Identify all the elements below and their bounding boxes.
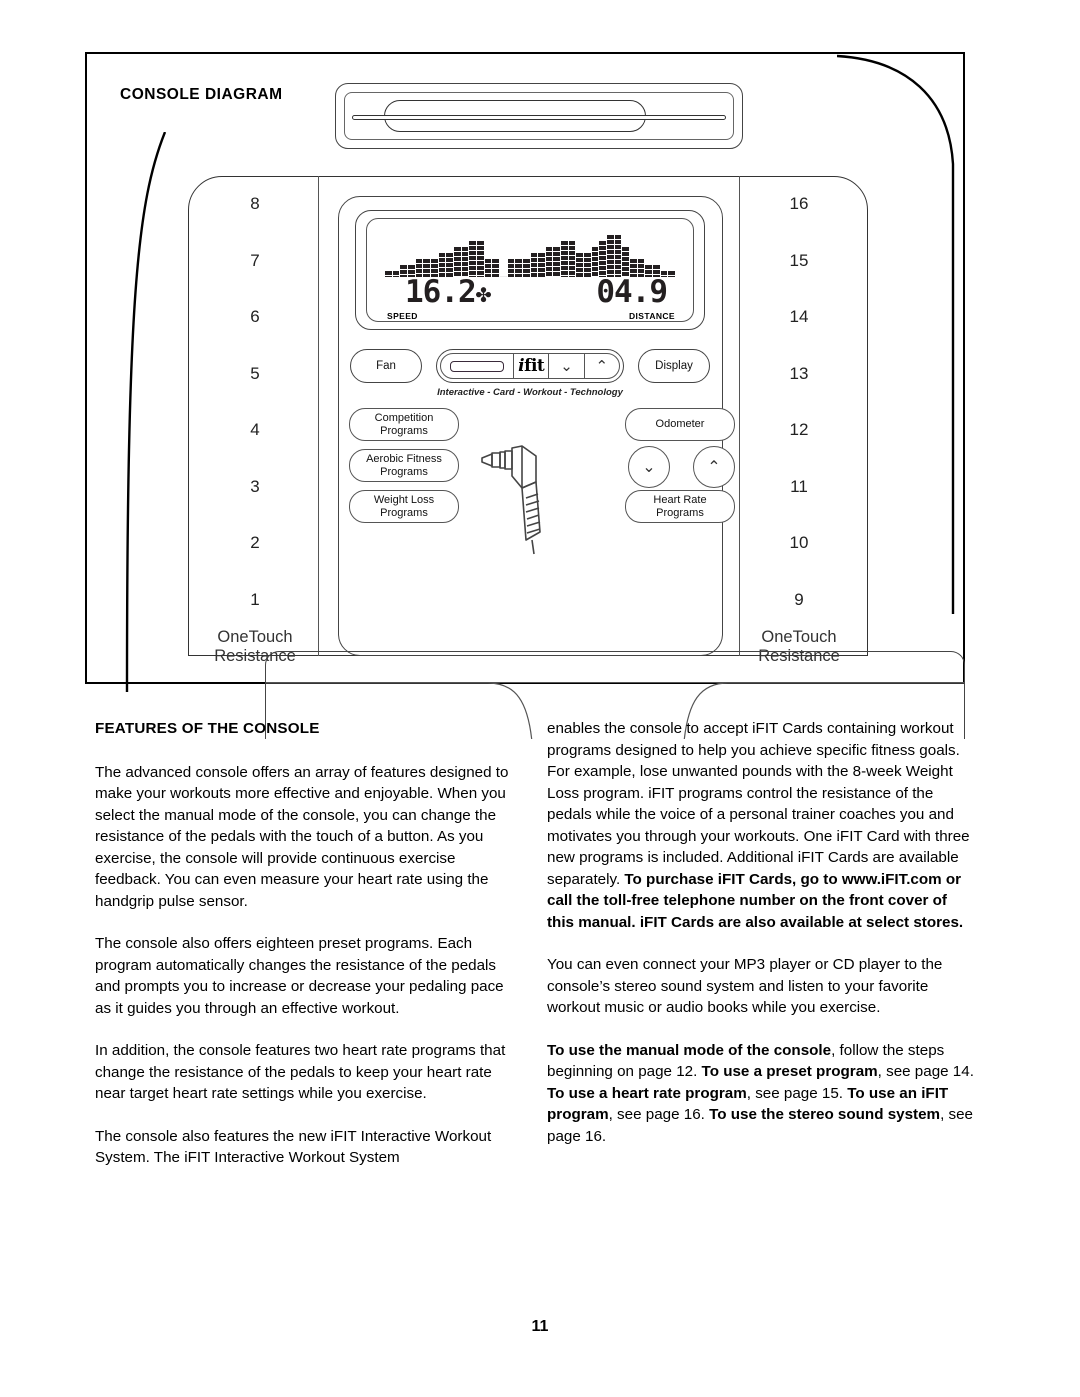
display-button[interactable]: Display: [638, 349, 710, 383]
resistance-number[interactable]: 15: [744, 233, 854, 290]
lcd-bar: [469, 241, 476, 277]
aerobic-programs-line2: Programs: [380, 465, 428, 478]
lcd-bar: [553, 247, 561, 277]
program-button-area: Competition Programs Aerobic Fitness Pro…: [188, 408, 868, 555]
resistance-number[interactable]: 8: [200, 176, 310, 233]
xref-text-2: , see page 14.: [877, 1063, 974, 1080]
resistance-number[interactable]: 13: [744, 346, 854, 403]
paragraph: In addition, the console features two he…: [95, 1042, 506, 1102]
lcd-profile-bargraph: [385, 229, 675, 277]
distance-value: 04.9: [596, 274, 668, 310]
paragraph: The console also offers eighteen preset …: [95, 935, 504, 1017]
resistance-number[interactable]: 16: [744, 176, 854, 233]
weightloss-programs-line2: Programs: [380, 506, 428, 519]
decrease-button[interactable]: ⌄: [628, 446, 670, 488]
lcd-bar: [561, 241, 568, 277]
lcd-bar: [476, 241, 484, 277]
lcd-screen: 16.2✤ 04.9 SPEED DISTANCE: [366, 218, 694, 322]
resistance-number[interactable]: 5: [200, 346, 310, 403]
lcd-readouts: 16.2✤ 04.9 SPEED DISTANCE: [383, 274, 677, 321]
ifit-logo-button[interactable]: ifit: [514, 354, 550, 378]
ifit-decrease-button[interactable]: ⌄: [549, 354, 585, 378]
audio-plug-illustration: [481, 445, 541, 555]
increase-button[interactable]: ⌃: [693, 446, 735, 488]
lcd-bar: [568, 241, 576, 277]
ifit-card-slot[interactable]: [335, 83, 743, 149]
resistance-number[interactable]: 9: [744, 572, 854, 629]
chevron-down-icon: ⌄: [642, 459, 656, 476]
speed-number: 16.2: [405, 274, 477, 310]
console-body: 8 7 6 5 4 3 2 1 OneTouch Resistance 16 1…: [188, 176, 868, 665]
speed-suffix-icon: ✤: [475, 279, 492, 309]
paragraph-stereo: You can even connect your MP3 player or …: [547, 956, 943, 1016]
lcd-bar: [584, 253, 591, 277]
lcd-bar: [576, 253, 584, 277]
xref-text-3: , see page 15.: [746, 1084, 848, 1102]
odometer-button[interactable]: Odometer: [625, 408, 735, 441]
resistance-number[interactable]: 14: [744, 289, 854, 346]
xref-preset-program: To use a preset program: [701, 1063, 878, 1080]
paragraph-ifit-cards: enables the console to accept iFIT Cards…: [547, 718, 975, 933]
speed-label: SPEED: [387, 311, 418, 321]
chevron-up-icon: ⌃: [595, 357, 609, 375]
section-title: FEATURES OF THE CONSOLE: [95, 720, 320, 737]
diagram-title: CONSOLE DIAGRAM: [120, 86, 283, 103]
ifit-logo-text: fit: [524, 356, 545, 376]
xref-stereo-sound-system: To use the stereo sound system: [709, 1106, 941, 1123]
pill-button-row: Fan ifit ⌄ ⌃ Display Interactive - Card …: [350, 349, 710, 398]
ifit-logo: ifit: [518, 356, 545, 376]
fan-button[interactable]: Fan: [350, 349, 422, 383]
lcd-bar: [622, 247, 630, 277]
ifit-button-group-inner: ifit ⌄ ⌃: [440, 353, 620, 379]
resistance-number[interactable]: 1: [200, 572, 310, 629]
distance-label: DISTANCE: [628, 311, 675, 321]
lcd-display-bezel: 16.2✤ 04.9 SPEED DISTANCE: [355, 210, 705, 330]
left-text-column: FEATURES OF THE CONSOLE The advanced con…: [95, 718, 523, 1169]
card-reader-slot-icon: [450, 360, 504, 372]
heart-rate-programs-button[interactable]: Heart Rate Programs: [625, 490, 735, 523]
paragraph: The advanced console offers an array of …: [95, 763, 509, 910]
aerobic-fitness-programs-button[interactable]: Aerobic Fitness Programs: [349, 449, 459, 482]
page-number: 11: [531, 1318, 549, 1335]
paragraph-cross-references: To use the manual mode of the console, f…: [547, 1040, 975, 1148]
competition-programs-line2: Programs: [380, 424, 428, 437]
ifit-increase-button[interactable]: ⌃: [585, 354, 619, 378]
console-diagram-frame: CONSOLE DIAGRAM 8 7 6 5 4 3 2 1 OneTouch…: [85, 52, 965, 739]
chevron-up-icon: ⌃: [707, 459, 721, 476]
right-text-column: enables the console to accept iFIT Cards…: [547, 718, 975, 1147]
chevron-down-icon: ⌄: [560, 357, 573, 375]
ifit-tagline: Interactive - Card - Workout - Technolog…: [437, 387, 623, 398]
ifit-cards-plain-text: enables the console to accept iFIT Cards…: [547, 720, 970, 888]
lcd-bar: [545, 247, 553, 277]
xref-heart-rate-program: To use a heart rate program: [547, 1084, 747, 1102]
odometer-label: Odometer: [655, 418, 705, 431]
heartrate-programs-line1: Heart Rate: [653, 494, 707, 506]
lcd-bar: [530, 253, 538, 277]
lcd-bar: [599, 241, 607, 277]
ifit-card-reader-slot[interactable]: [441, 354, 515, 378]
speed-value: 16.2✤: [405, 274, 492, 311]
resistance-number[interactable]: 6: [200, 289, 310, 346]
lcd-bar: [538, 253, 545, 277]
lcd-bar: [453, 247, 461, 277]
competition-programs-line1: Competition: [374, 412, 434, 424]
xref-text-4: , see page 16.: [608, 1106, 710, 1123]
competition-programs-button[interactable]: Competition Programs: [349, 408, 459, 441]
ifit-button-group: ifit ⌄ ⌃: [436, 349, 624, 383]
lcd-bar: [607, 235, 614, 277]
aerobic-programs-line1: Aerobic Fitness: [366, 453, 442, 465]
xref-manual-mode: To use the manual mode of the console: [547, 1041, 832, 1059]
handlebar-left-curve: [125, 132, 167, 692]
lcd-bar: [614, 235, 622, 277]
lcd-bar: [591, 247, 599, 277]
weight-loss-programs-button[interactable]: Weight Loss Programs: [349, 490, 459, 523]
card-slot-line: [352, 115, 726, 120]
resistance-number[interactable]: 7: [200, 233, 310, 290]
heartrate-programs-line2: Programs: [656, 506, 704, 519]
lcd-bar: [461, 247, 469, 277]
weightloss-programs-line1: Weight Loss: [373, 494, 435, 506]
paragraph: The console also features the new iFIT I…: [95, 1127, 492, 1167]
